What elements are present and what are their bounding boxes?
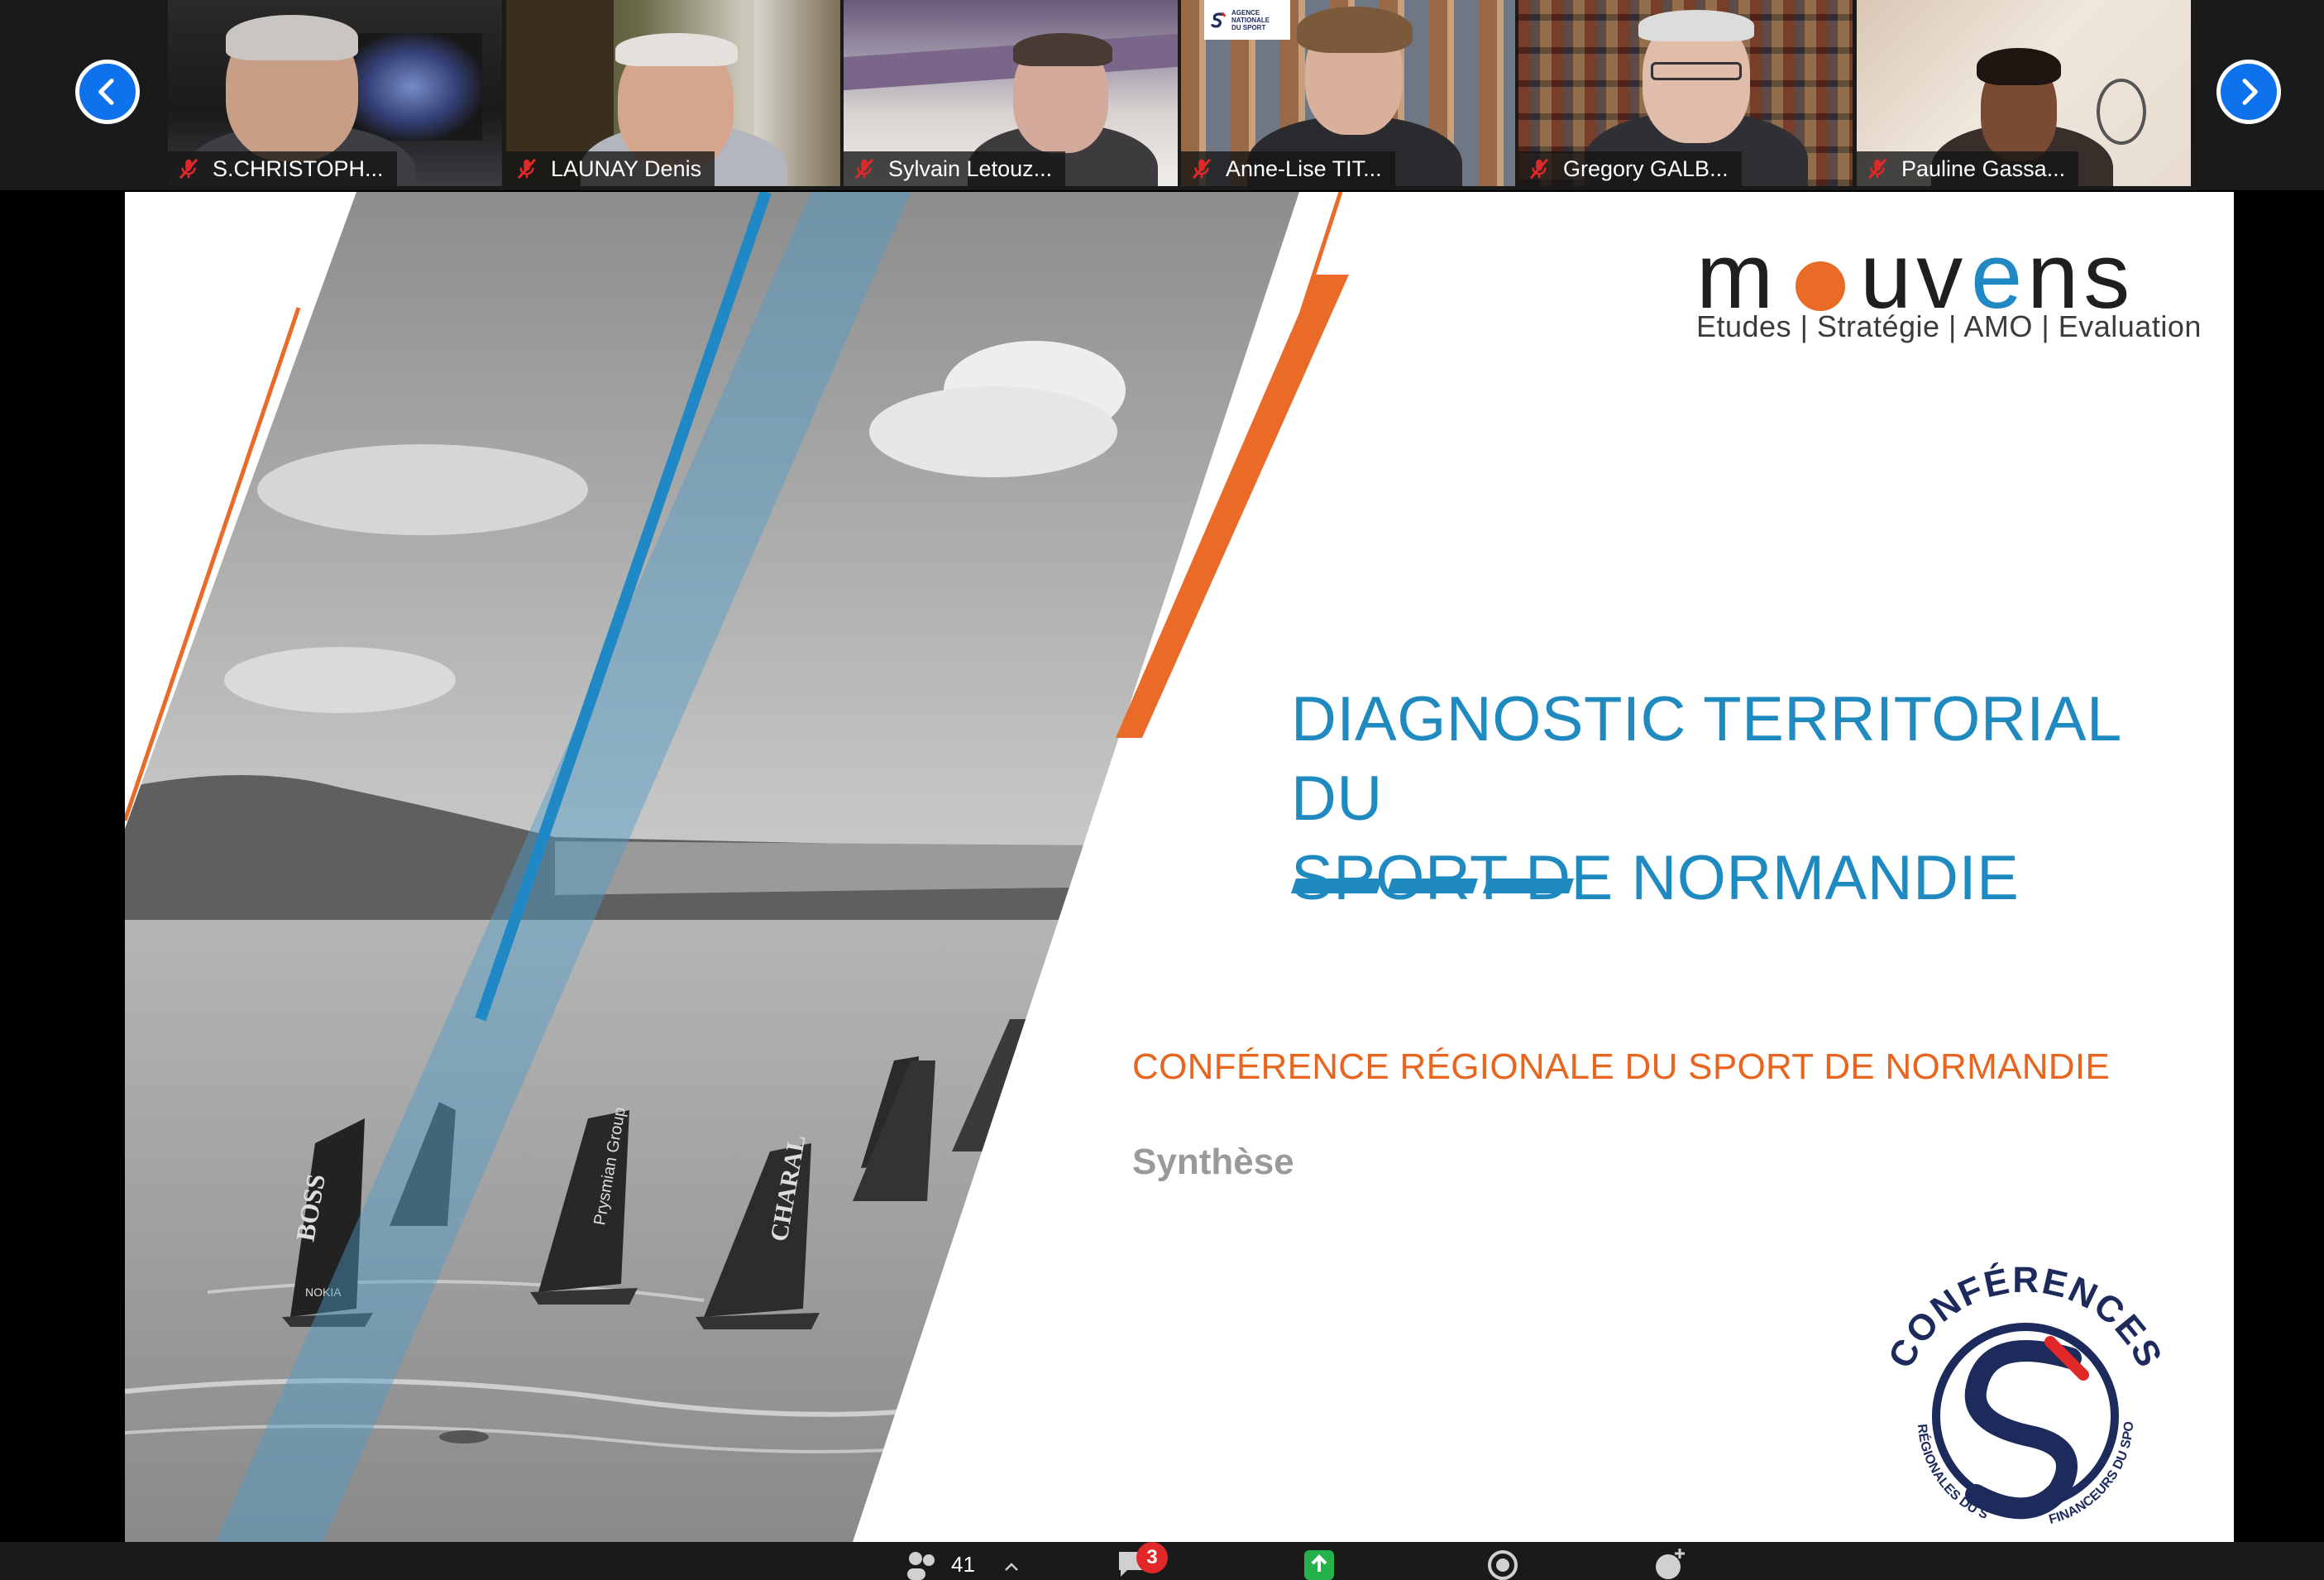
chevron-left-icon: [98, 79, 114, 105]
participant-name: Sylvain Letouz...: [888, 156, 1053, 181]
title-underline: [1291, 879, 1574, 893]
sign-line: DU SPORT: [1231, 23, 1266, 31]
slide-subtitle: CONFÉRENCE RÉGIONALE DU SPORT DE NORMAND…: [1132, 1046, 2111, 1087]
chevron-up-icon: [1005, 1563, 1018, 1571]
participants-button[interactable]: 41: [901, 1547, 1020, 1580]
record-button[interactable]: [1484, 1547, 1522, 1580]
participant-tile[interactable]: S.CHRISTOPH...: [168, 0, 502, 186]
participant-name-tag: LAUNAY Denis: [506, 151, 715, 186]
participant-name: Anne-Lise TIT...: [1226, 156, 1382, 181]
mic-muted-icon: [517, 158, 537, 180]
meeting-toolbar: 41 3: [0, 1542, 2324, 1580]
mic-muted-icon: [1192, 158, 1212, 180]
participant-tile[interactable]: Sylvain Letouz...: [844, 0, 1178, 186]
shared-screen-slide: BOSS NOKIA Prysmian Group CHARAL ARKEA m…: [125, 192, 2234, 1542]
participant-tile[interactable]: Pauline Gassa...: [1857, 0, 2191, 186]
mic-muted-icon: [179, 158, 198, 180]
chat-button[interactable]: 3: [1113, 1542, 1168, 1580]
agency-logo-icon: [1210, 12, 1227, 28]
record-icon: [1488, 1550, 1518, 1580]
agency-sign: AGENCE NATIONALE DU SPORT: [1204, 0, 1290, 40]
conferences-logo: CONFÉRENCES RÉGIONALES DU S FINANCEURS D…: [1860, 1251, 2169, 1527]
logo-tagline: Etudes | Stratégie | AMO | Evaluation: [1696, 309, 2202, 343]
participant-name-tag: S.CHRISTOPH...: [168, 151, 397, 186]
participant-tile[interactable]: Gregory GALB...: [1518, 0, 1853, 186]
participant-strip: S.CHRISTOPH... LAUNAY Denis Sylvain Leto…: [0, 0, 2324, 190]
participants-count: 41: [951, 1552, 975, 1577]
next-page-button[interactable]: [2216, 60, 2281, 124]
chat-unread-badge: 3: [1136, 1542, 1168, 1573]
participant-name-tag: Sylvain Letouz...: [844, 151, 1066, 186]
sign-line: NATIONALE: [1231, 16, 1270, 24]
chevron-right-icon: [2242, 79, 2258, 105]
participant-name-tag: Pauline Gassa...: [1857, 151, 2079, 186]
share-screen-icon: [1304, 1550, 1334, 1580]
reactions-icon: [1656, 1549, 1685, 1579]
participant-name: LAUNAY Denis: [551, 156, 702, 181]
participant-name: Gregory GALB...: [1563, 156, 1729, 181]
participant-name: Pauline Gassa...: [1901, 156, 2066, 181]
mic-muted-icon: [1867, 158, 1887, 180]
sign-line: AGENCE: [1231, 8, 1260, 17]
participant-tile[interactable]: AGENCE NATIONALE DU SPORT Anne-Lise TIT.…: [1181, 0, 1515, 186]
mic-muted-icon: [854, 158, 874, 180]
participants-icon: [907, 1552, 935, 1580]
participant-name-tag: Gregory GALB...: [1518, 151, 1742, 186]
slide-tag: Synthèse: [1132, 1142, 1294, 1182]
sailing-photo: BOSS NOKIA Prysmian Group CHARAL ARKEA: [125, 192, 1349, 1542]
reactions-button[interactable]: [1651, 1547, 1689, 1580]
participant-name-tag: Anne-Lise TIT...: [1181, 151, 1395, 186]
participant-tile[interactable]: LAUNAY Denis: [506, 0, 840, 186]
mic-muted-icon: [1529, 158, 1549, 180]
share-screen-button[interactable]: [1294, 1547, 1345, 1580]
previous-page-button[interactable]: [75, 60, 140, 124]
participant-name: S.CHRISTOPH...: [213, 156, 384, 181]
slide-title-line: DIAGNOSTIC TERRITORIAL DU: [1291, 684, 2120, 834]
